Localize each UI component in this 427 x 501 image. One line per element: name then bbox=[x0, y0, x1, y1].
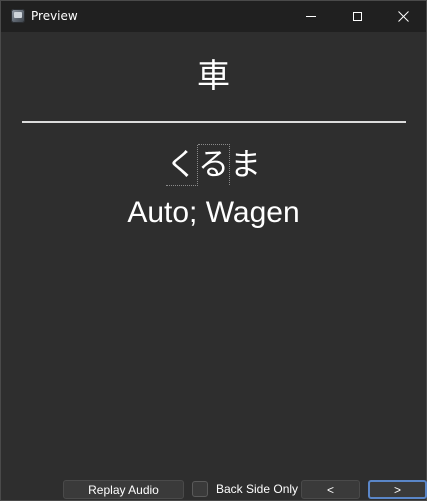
close-icon bbox=[397, 11, 409, 22]
previous-button[interactable]: < bbox=[301, 480, 360, 499]
back-side-only-checkbox[interactable] bbox=[192, 481, 208, 497]
card-reading: くるま bbox=[1, 144, 426, 186]
preview-window: Preview 車 くるま Auto; Wagen Replay Audio B… bbox=[0, 0, 427, 501]
reading-mora: ま bbox=[230, 147, 261, 183]
card-preview-area: 車 くるま Auto; Wagen Replay Audio Back Side… bbox=[1, 32, 427, 500]
card-front-text: 車 bbox=[197, 56, 230, 95]
window-title: Preview bbox=[31, 9, 78, 23]
minimize-button[interactable] bbox=[288, 1, 334, 32]
minimize-icon bbox=[306, 16, 316, 17]
next-button[interactable]: > bbox=[368, 480, 427, 499]
maximize-icon bbox=[352, 12, 362, 21]
maximize-button[interactable] bbox=[334, 1, 380, 32]
app-icon bbox=[11, 9, 25, 23]
title-bar[interactable]: Preview bbox=[1, 1, 426, 32]
reading-mora: る bbox=[198, 144, 230, 185]
replay-audio-button[interactable]: Replay Audio bbox=[63, 480, 184, 499]
reading-mora: く bbox=[166, 145, 198, 186]
card-divider bbox=[22, 121, 406, 123]
card-meaning: Auto; Wagen bbox=[127, 196, 300, 229]
close-button[interactable] bbox=[380, 1, 426, 32]
back-side-only-label[interactable]: Back Side Only bbox=[216, 482, 298, 497]
